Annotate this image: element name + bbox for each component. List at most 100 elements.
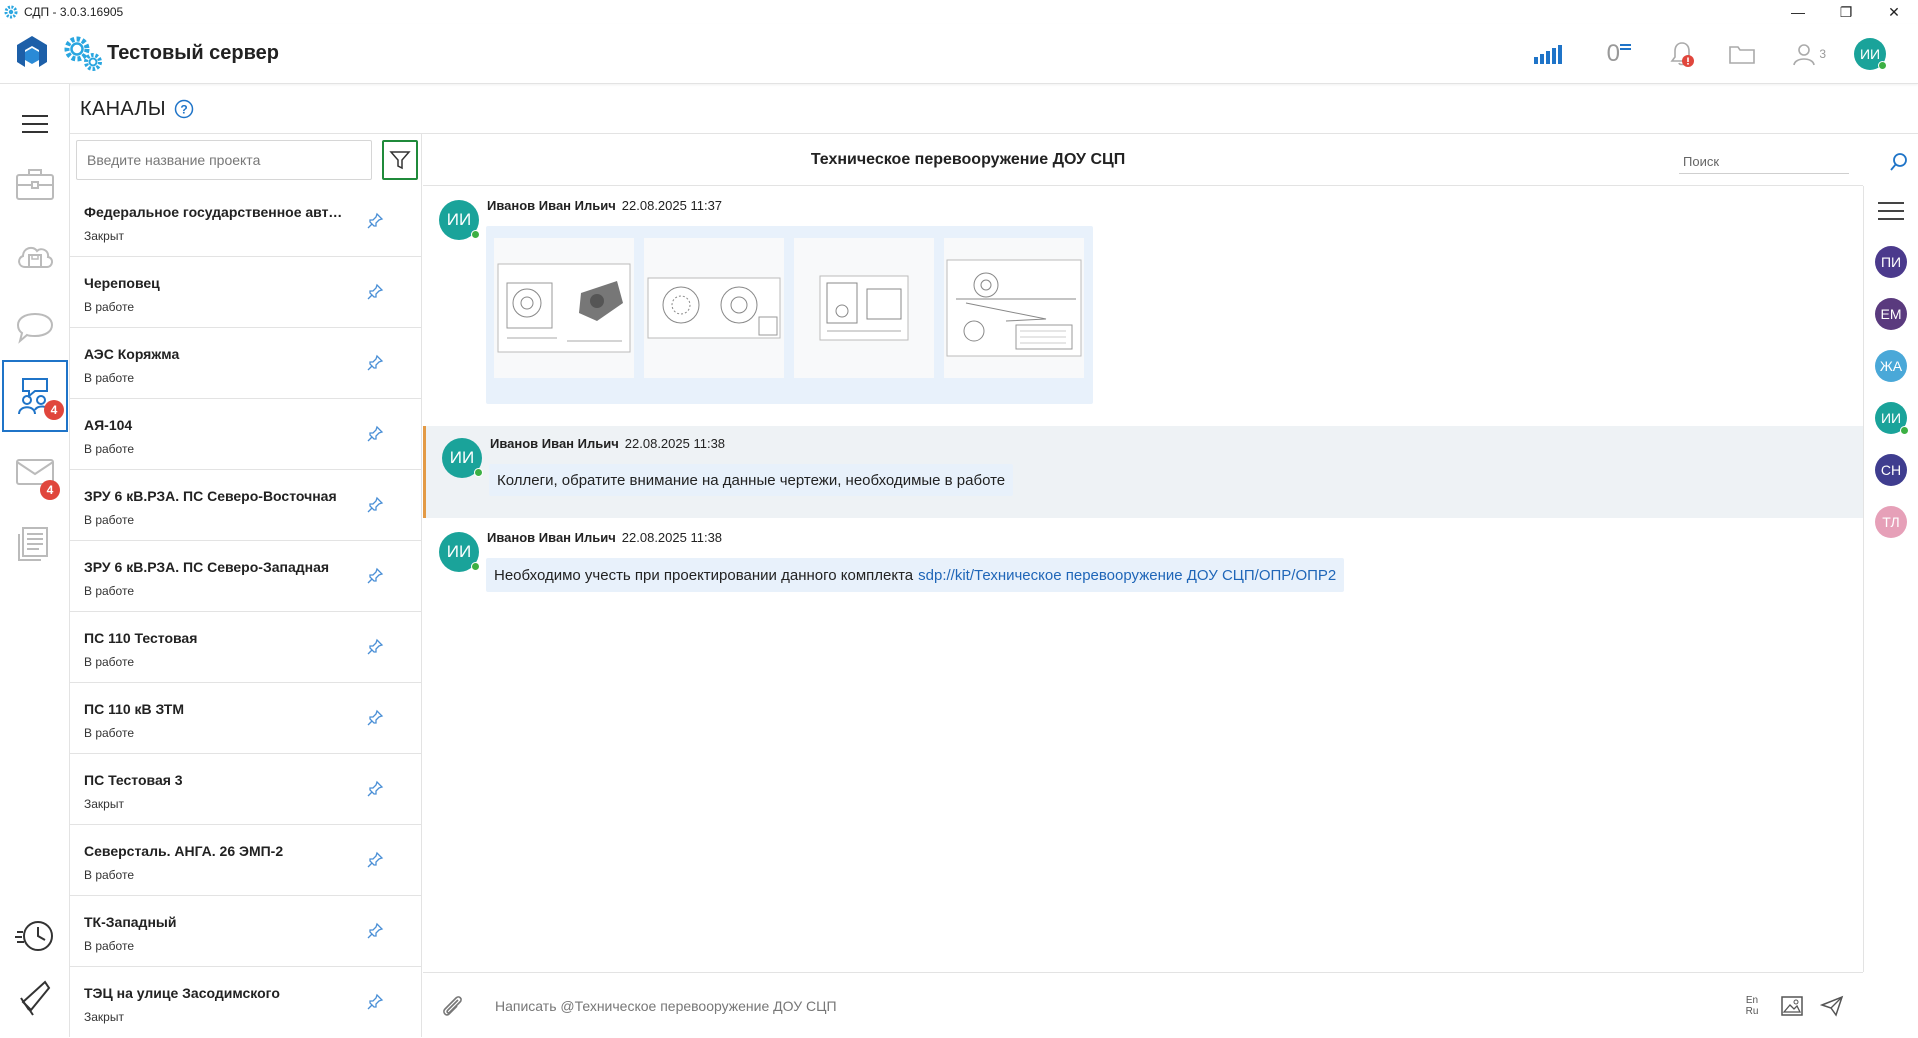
rail-item-announcements[interactable]	[0, 960, 70, 1032]
project-search-input[interactable]	[76, 140, 372, 180]
pin-icon[interactable]	[366, 638, 384, 656]
author-avatar[interactable]: ИИ	[442, 438, 483, 478]
window-titlebar: СДП - 3.0.3.16905 — ❐ ✕	[0, 0, 1918, 24]
send-button[interactable]	[1817, 991, 1847, 1021]
pin-icon[interactable]	[366, 212, 384, 230]
filter-button[interactable]	[382, 140, 418, 180]
channel-name: Череповец	[84, 275, 160, 291]
notifications-button[interactable]	[1668, 38, 1696, 70]
svg-text:?: ?	[180, 103, 187, 117]
send-icon	[1820, 995, 1844, 1017]
channel-item[interactable]: ЗРУ 6 кВ.РЗА. ПС Северо-Западная В работе	[70, 541, 422, 612]
chat-header: Техническое перевооружение ДОУ СЦП	[423, 134, 1907, 186]
channel-item[interactable]: АЭС Коряжма В работе	[70, 328, 422, 399]
channel-status: Закрыт	[84, 1010, 124, 1024]
message-input[interactable]	[495, 993, 1495, 1019]
message-time: 22.08.2025 11:38	[621, 530, 723, 545]
folder-icon	[1729, 46, 1755, 64]
image-thumbnail[interactable]	[644, 238, 784, 378]
channel-item[interactable]: ПС 110 кВ ЗТМ В работе	[70, 683, 422, 754]
server-name: Тестовый сервер	[107, 42, 280, 64]
message-author: Иванов Иван Ильич	[490, 436, 619, 451]
paperclip-icon[interactable]	[439, 993, 465, 1019]
chat-search-input[interactable]	[1679, 150, 1849, 174]
channel-item[interactable]: ТК-Западный В работе	[70, 896, 422, 967]
rail-item-mail[interactable]: 4	[0, 436, 70, 508]
hamburger-menu-icon	[22, 115, 48, 133]
message-time: 22.08.2025 11:37	[621, 198, 723, 213]
channel-name: ЗРУ 6 кВ.РЗА. ПС Северо-Западная	[84, 559, 330, 575]
member-avatar[interactable]: ЖА	[1875, 350, 1907, 382]
pin-icon[interactable]	[366, 851, 384, 869]
channel-item[interactable]: АЯ-104 В работе	[70, 399, 422, 470]
rail-item-chats[interactable]	[0, 292, 70, 364]
rail-item-projects[interactable]	[0, 148, 70, 220]
channel-item[interactable]: ЗРУ 6 кВ.РЗА. ПС Северо-Восточная В работ…	[70, 470, 422, 541]
server-gears-icon	[64, 36, 102, 71]
documents-icon	[18, 527, 48, 561]
insert-image-button[interactable]	[1777, 991, 1807, 1021]
current-user-initials: ИИ	[1859, 46, 1881, 62]
pin-icon[interactable]	[366, 425, 384, 443]
channel-item[interactable]: ПС Тестовая 3 Закрыт	[70, 754, 422, 825]
online-status-dot	[1878, 61, 1887, 70]
rail-item-channels[interactable]: 4	[2, 360, 68, 432]
members-menu-icon[interactable]	[1878, 200, 1904, 222]
member-avatar[interactable]: ЕМ	[1875, 298, 1907, 330]
image-thumbnail[interactable]	[944, 238, 1084, 378]
channel-status: В работе	[84, 442, 135, 456]
channel-status: В работе	[84, 371, 135, 385]
search-icon[interactable]	[1889, 152, 1909, 172]
pin-icon[interactable]	[366, 709, 384, 727]
channel-item[interactable]: Череповец В работе	[70, 257, 422, 328]
online-status-dot	[471, 562, 480, 571]
pin-icon[interactable]	[366, 496, 384, 514]
pin-icon[interactable]	[366, 780, 384, 798]
navigation-rail: 4 4	[0, 84, 70, 1037]
author-initials: ИИ	[446, 210, 472, 229]
author-avatar[interactable]: ИИ	[439, 200, 480, 240]
chat-title: Техническое перевооружение ДОУ СЦП	[810, 151, 1126, 168]
app-logo-icon[interactable]	[12, 32, 52, 72]
current-user-avatar[interactable]: ИИ	[1854, 38, 1887, 70]
users-online-button[interactable]: 3	[1791, 38, 1826, 70]
rail-item-storage[interactable]	[0, 220, 70, 292]
language-toggle-button[interactable]: En Ru	[1737, 991, 1767, 1021]
drawing-thumbnail-icon	[647, 277, 781, 339]
author-avatar[interactable]: ИИ	[439, 532, 480, 572]
chat-message-highlighted: ИИ Иванов Иван Ильич 22.08.2025 11:38 Кол…	[423, 426, 1863, 518]
channel-item[interactable]: Федеральное государственное автон... Закр…	[70, 186, 422, 257]
member-avatar[interactable]: ПИ	[1875, 246, 1907, 278]
channel-item[interactable]: Северсталь. АНГА. 26 ЭМП-2 В работе	[70, 825, 422, 896]
counter-indicator[interactable]: 0	[1607, 38, 1632, 70]
member-avatar[interactable]: ИИ	[1875, 402, 1909, 435]
members-panel: ПИ ЕМ ЖА ИИ СН ТЛ	[1863, 186, 1918, 972]
message-link[interactable]: sdp://kit/Техническое перевооружение ДОУ…	[918, 567, 1336, 584]
channel-name: ЗРУ 6 кВ.РЗА. ПС Северо-Восточная	[84, 488, 337, 504]
message-header: Иванов Иван Ильич 22.08.2025 11:38	[490, 436, 725, 451]
member-avatar[interactable]: СН	[1875, 454, 1907, 486]
restore-button[interactable]: ❐	[1822, 0, 1870, 24]
drawing-thumbnail-icon	[946, 259, 1082, 357]
channel-status: В работе	[84, 513, 135, 527]
member-initials: ЕМ	[1880, 306, 1902, 322]
folder-button[interactable]	[1728, 38, 1756, 70]
channel-status: Закрыт	[84, 229, 124, 243]
close-button[interactable]: ✕	[1870, 0, 1918, 24]
minimize-button[interactable]: —	[1774, 0, 1822, 24]
channel-item[interactable]: ПС 110 Тестовая В работе	[70, 612, 422, 683]
image-thumbnail[interactable]	[794, 238, 934, 378]
channel-item[interactable]: ТЭЦ на улице Засодимского Закрыт	[70, 967, 422, 1038]
help-icon[interactable]: ?	[174, 99, 194, 119]
pin-icon[interactable]	[366, 283, 384, 301]
pin-icon[interactable]	[366, 567, 384, 585]
channel-status: В работе	[84, 584, 135, 598]
pin-icon[interactable]	[366, 922, 384, 940]
rail-item-documents[interactable]	[0, 508, 70, 580]
channel-name: АЯ-104	[84, 417, 133, 433]
online-status-dot	[471, 230, 480, 239]
member-avatar[interactable]: ТЛ	[1875, 506, 1907, 538]
pin-icon[interactable]	[366, 354, 384, 372]
image-thumbnail[interactable]	[494, 238, 634, 378]
pin-icon[interactable]	[366, 993, 384, 1011]
